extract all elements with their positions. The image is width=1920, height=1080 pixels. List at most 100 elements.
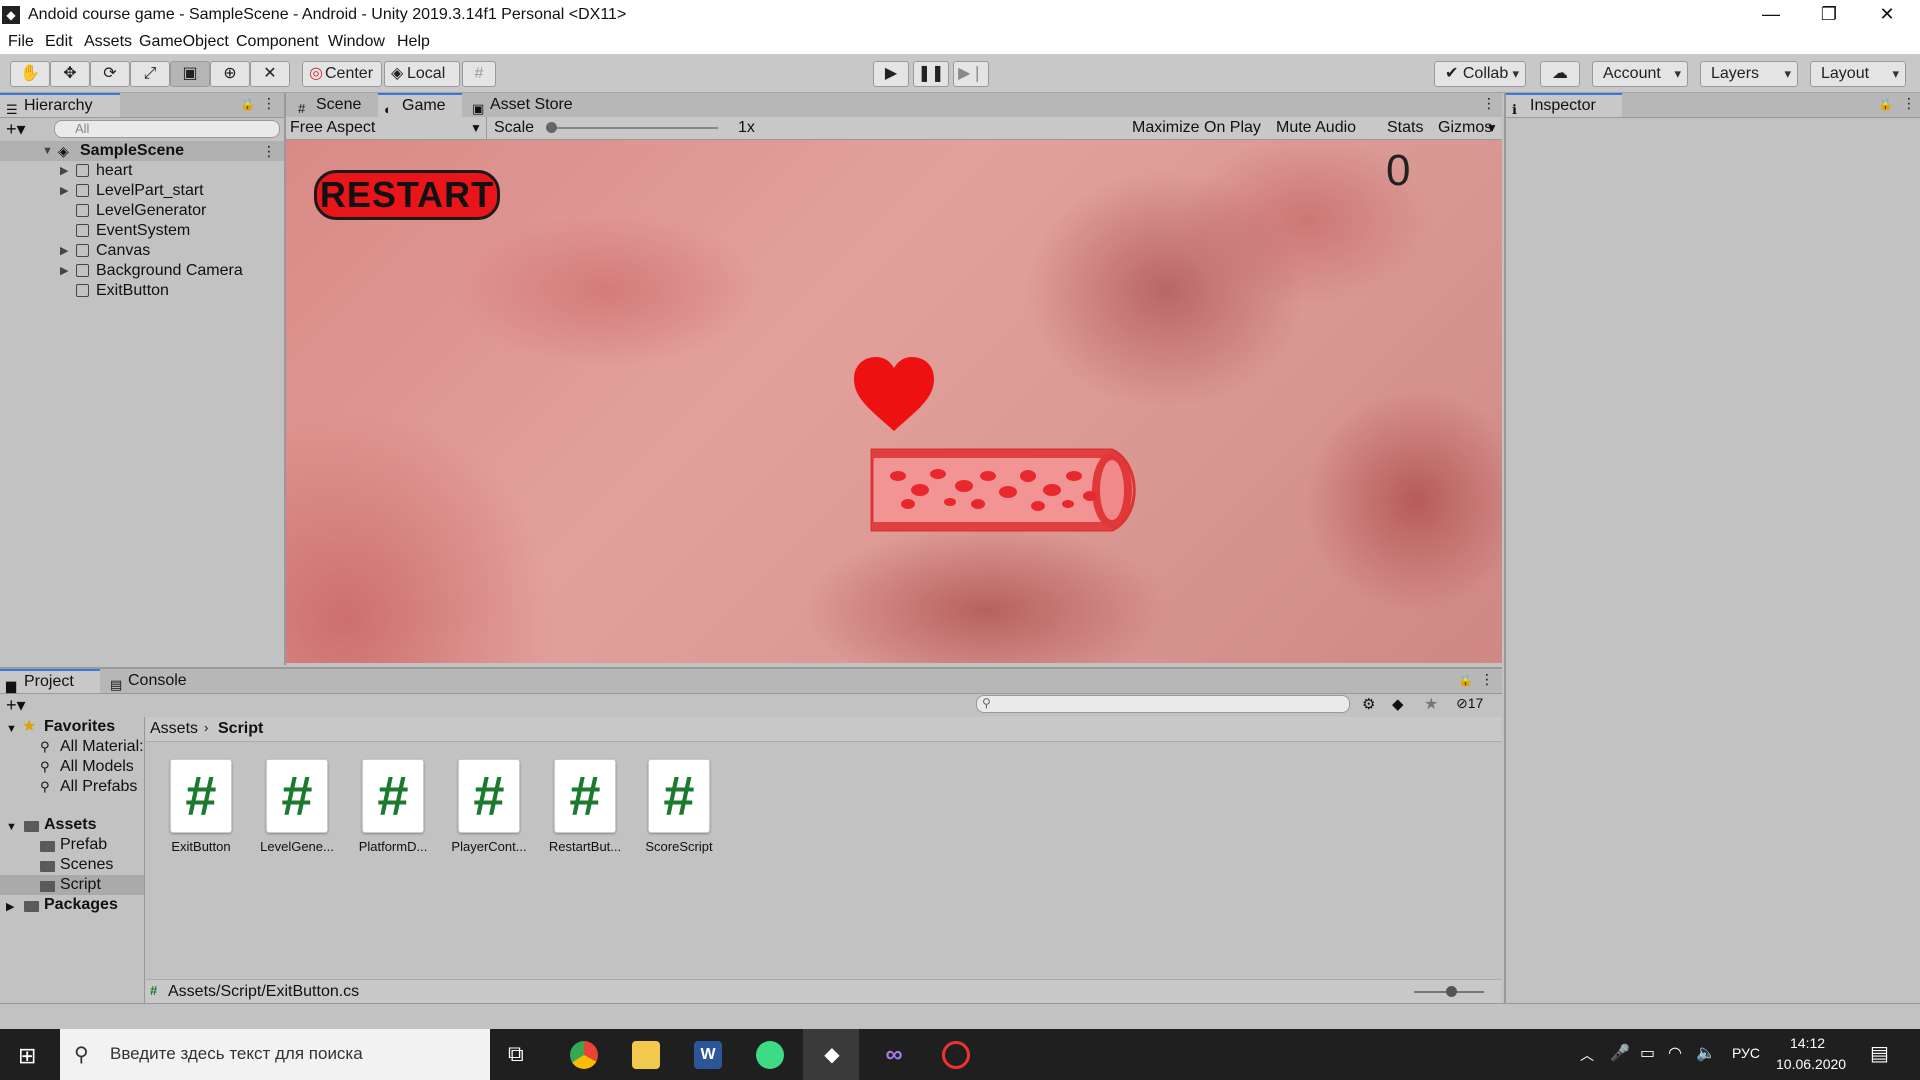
- unity-taskbar-icon[interactable]: ◆: [818, 1041, 846, 1069]
- wifi-icon[interactable]: ◠: [1668, 1043, 1682, 1063]
- menu-edit[interactable]: Edit: [45, 33, 73, 51]
- cloud-icon[interactable]: ☁: [1540, 61, 1580, 87]
- aspect-chevron-icon[interactable]: ▼: [470, 121, 482, 135]
- expand-arrow-icon[interactable]: ▶: [60, 181, 68, 201]
- pivot-center-button[interactable]: ◎ Center: [302, 61, 382, 87]
- packages-folder[interactable]: Packages: [44, 895, 118, 915]
- favorite-item[interactable]: All Prefabs: [60, 777, 137, 797]
- layout-dropdown[interactable]: Layout: [1810, 61, 1906, 87]
- favorites-label[interactable]: Favorites: [44, 717, 115, 737]
- asset-file[interactable]: # PlatformD...: [348, 759, 438, 854]
- expand-arrow-icon[interactable]: ▶: [6, 897, 14, 917]
- favorite-item[interactable]: All Models: [60, 757, 134, 777]
- folder-script[interactable]: Script: [60, 875, 101, 895]
- tab-inspector[interactable]: ℹ Inspector: [1506, 93, 1622, 117]
- create-plus-icon[interactable]: +▾: [6, 119, 26, 140]
- hierarchy-item[interactable]: ▶ Background Camera: [0, 261, 284, 281]
- hierarchy-item[interactable]: ExitButton: [0, 281, 284, 301]
- folder-scenes[interactable]: Scenes: [60, 855, 113, 875]
- scale-slider-track[interactable]: [548, 127, 718, 129]
- scale-tool-icon[interactable]: ⤢: [130, 61, 170, 87]
- lock-icon[interactable]: 🔒: [240, 97, 255, 111]
- play-button[interactable]: ▶: [873, 61, 909, 87]
- custom-tool-icon[interactable]: ✕: [250, 61, 290, 87]
- hierarchy-item[interactable]: EventSystem: [0, 221, 284, 241]
- transform-tool-icon[interactable]: ⊕: [210, 61, 250, 87]
- screen-recorder-icon[interactable]: [942, 1041, 970, 1069]
- hierarchy-item[interactable]: ▶ Canvas: [0, 241, 284, 261]
- tab-game[interactable]: ◐ Game: [378, 93, 462, 117]
- lock-icon[interactable]: 🔒: [1878, 97, 1893, 111]
- create-plus-icon[interactable]: +▾: [6, 695, 26, 716]
- hierarchy-item[interactable]: LevelGenerator: [0, 201, 284, 221]
- expand-arrow-icon[interactable]: ▼: [6, 719, 17, 739]
- collab-dropdown[interactable]: ✔ Collab: [1434, 61, 1526, 87]
- chevron-up-icon[interactable]: ︿: [1580, 1045, 1594, 1065]
- maximize-on-play-toggle[interactable]: Maximize On Play: [1132, 119, 1261, 137]
- clock-time[interactable]: 14:12: [1790, 1035, 1825, 1051]
- expand-arrow-icon[interactable]: ▶: [60, 161, 68, 181]
- asset-file[interactable]: # LevelGene...: [252, 759, 342, 854]
- restart-button[interactable]: RESTART: [314, 170, 500, 220]
- icon-size-slider-thumb[interactable]: [1446, 986, 1457, 997]
- expand-arrow-icon[interactable]: ▶: [60, 241, 68, 261]
- pivot-local-button[interactable]: ◈ Local: [384, 61, 460, 87]
- kebab-menu-icon[interactable]: ⋮: [262, 95, 276, 112]
- clock-date[interactable]: 10.06.2020: [1776, 1056, 1846, 1072]
- folder-prefab[interactable]: Prefab: [60, 835, 107, 855]
- battery-icon[interactable]: ▭: [1640, 1043, 1655, 1063]
- windows-start-icon[interactable]: ⊞: [18, 1043, 36, 1069]
- kebab-menu-icon[interactable]: ⋮: [1902, 95, 1916, 112]
- grid-snap-icon[interactable]: #: [462, 61, 496, 87]
- menu-gameobject[interactable]: GameObject: [139, 33, 229, 51]
- hierarchy-item[interactable]: ▶ heart: [0, 161, 284, 181]
- move-tool-icon[interactable]: ✥: [50, 61, 90, 87]
- file-explorer-icon[interactable]: [632, 1041, 660, 1069]
- aspect-dropdown[interactable]: Free Aspect: [290, 119, 375, 137]
- scene-row[interactable]: ▼ ◈ SampleScene ⋮: [0, 141, 284, 161]
- mute-audio-toggle[interactable]: Mute Audio: [1276, 119, 1356, 137]
- scale-slider-thumb[interactable]: [546, 122, 557, 133]
- kebab-menu-icon[interactable]: ⋮: [1482, 95, 1496, 112]
- asset-file[interactable]: # ScoreScript: [634, 759, 724, 854]
- menu-component[interactable]: Component: [236, 33, 319, 51]
- assets-folder[interactable]: Assets: [44, 815, 96, 835]
- asset-file[interactable]: # RestartBut...: [540, 759, 630, 854]
- restore-button[interactable]: ❐: [1800, 0, 1858, 30]
- expand-arrow-icon[interactable]: ▼: [6, 817, 17, 837]
- rect-tool-icon[interactable]: ▣: [170, 61, 210, 87]
- rotate-tool-icon[interactable]: ⟳: [90, 61, 130, 87]
- word-icon[interactable]: W: [694, 1041, 722, 1069]
- volume-icon[interactable]: 🔈: [1696, 1043, 1716, 1063]
- gizmos-chevron-icon[interactable]: ▼: [1486, 121, 1498, 135]
- expand-arrow-icon[interactable]: ▶: [60, 261, 68, 281]
- tab-hierarchy[interactable]: ☰ Hierarchy: [0, 93, 120, 117]
- menu-file[interactable]: File: [8, 33, 34, 51]
- hierarchy-search-input[interactable]: All: [54, 120, 280, 138]
- chrome-icon[interactable]: [570, 1041, 598, 1069]
- taskbar-search-box[interactable]: ⚲ Введите здесь текст для поиска: [60, 1029, 490, 1080]
- expand-arrow-icon[interactable]: ▼: [42, 141, 53, 161]
- hand-tool-icon[interactable]: ✋: [10, 61, 50, 87]
- hierarchy-item[interactable]: ▶ LevelPart_start: [0, 181, 284, 201]
- asset-file[interactable]: # ExitButton: [156, 759, 246, 854]
- input-language[interactable]: РУС: [1732, 1045, 1760, 1061]
- menu-help[interactable]: Help: [397, 33, 430, 51]
- tab-asset-store[interactable]: ▣ Asset Store: [466, 93, 586, 117]
- scene-menu-icon[interactable]: ⋮: [262, 141, 276, 161]
- android-studio-icon[interactable]: [756, 1041, 784, 1069]
- microphone-icon[interactable]: 🎤: [1610, 1043, 1630, 1063]
- menu-assets[interactable]: Assets: [84, 33, 132, 51]
- stats-toggle[interactable]: Stats: [1387, 119, 1423, 137]
- game-canvas[interactable]: RESTART 0: [286, 140, 1502, 663]
- tab-project[interactable]: ▆ Project: [0, 669, 100, 693]
- close-button[interactable]: ✕: [1858, 0, 1916, 30]
- layers-dropdown[interactable]: Layers: [1700, 61, 1798, 87]
- minimize-button[interactable]: —: [1742, 0, 1800, 30]
- tab-scene[interactable]: # Scene: [292, 93, 378, 117]
- favorite-item[interactable]: All Material:: [60, 737, 144, 757]
- step-button[interactable]: ▶❘: [953, 61, 989, 87]
- pause-button[interactable]: ❚❚: [913, 61, 949, 87]
- asset-file[interactable]: # PlayerCont...: [444, 759, 534, 854]
- menu-window[interactable]: Window: [328, 33, 385, 51]
